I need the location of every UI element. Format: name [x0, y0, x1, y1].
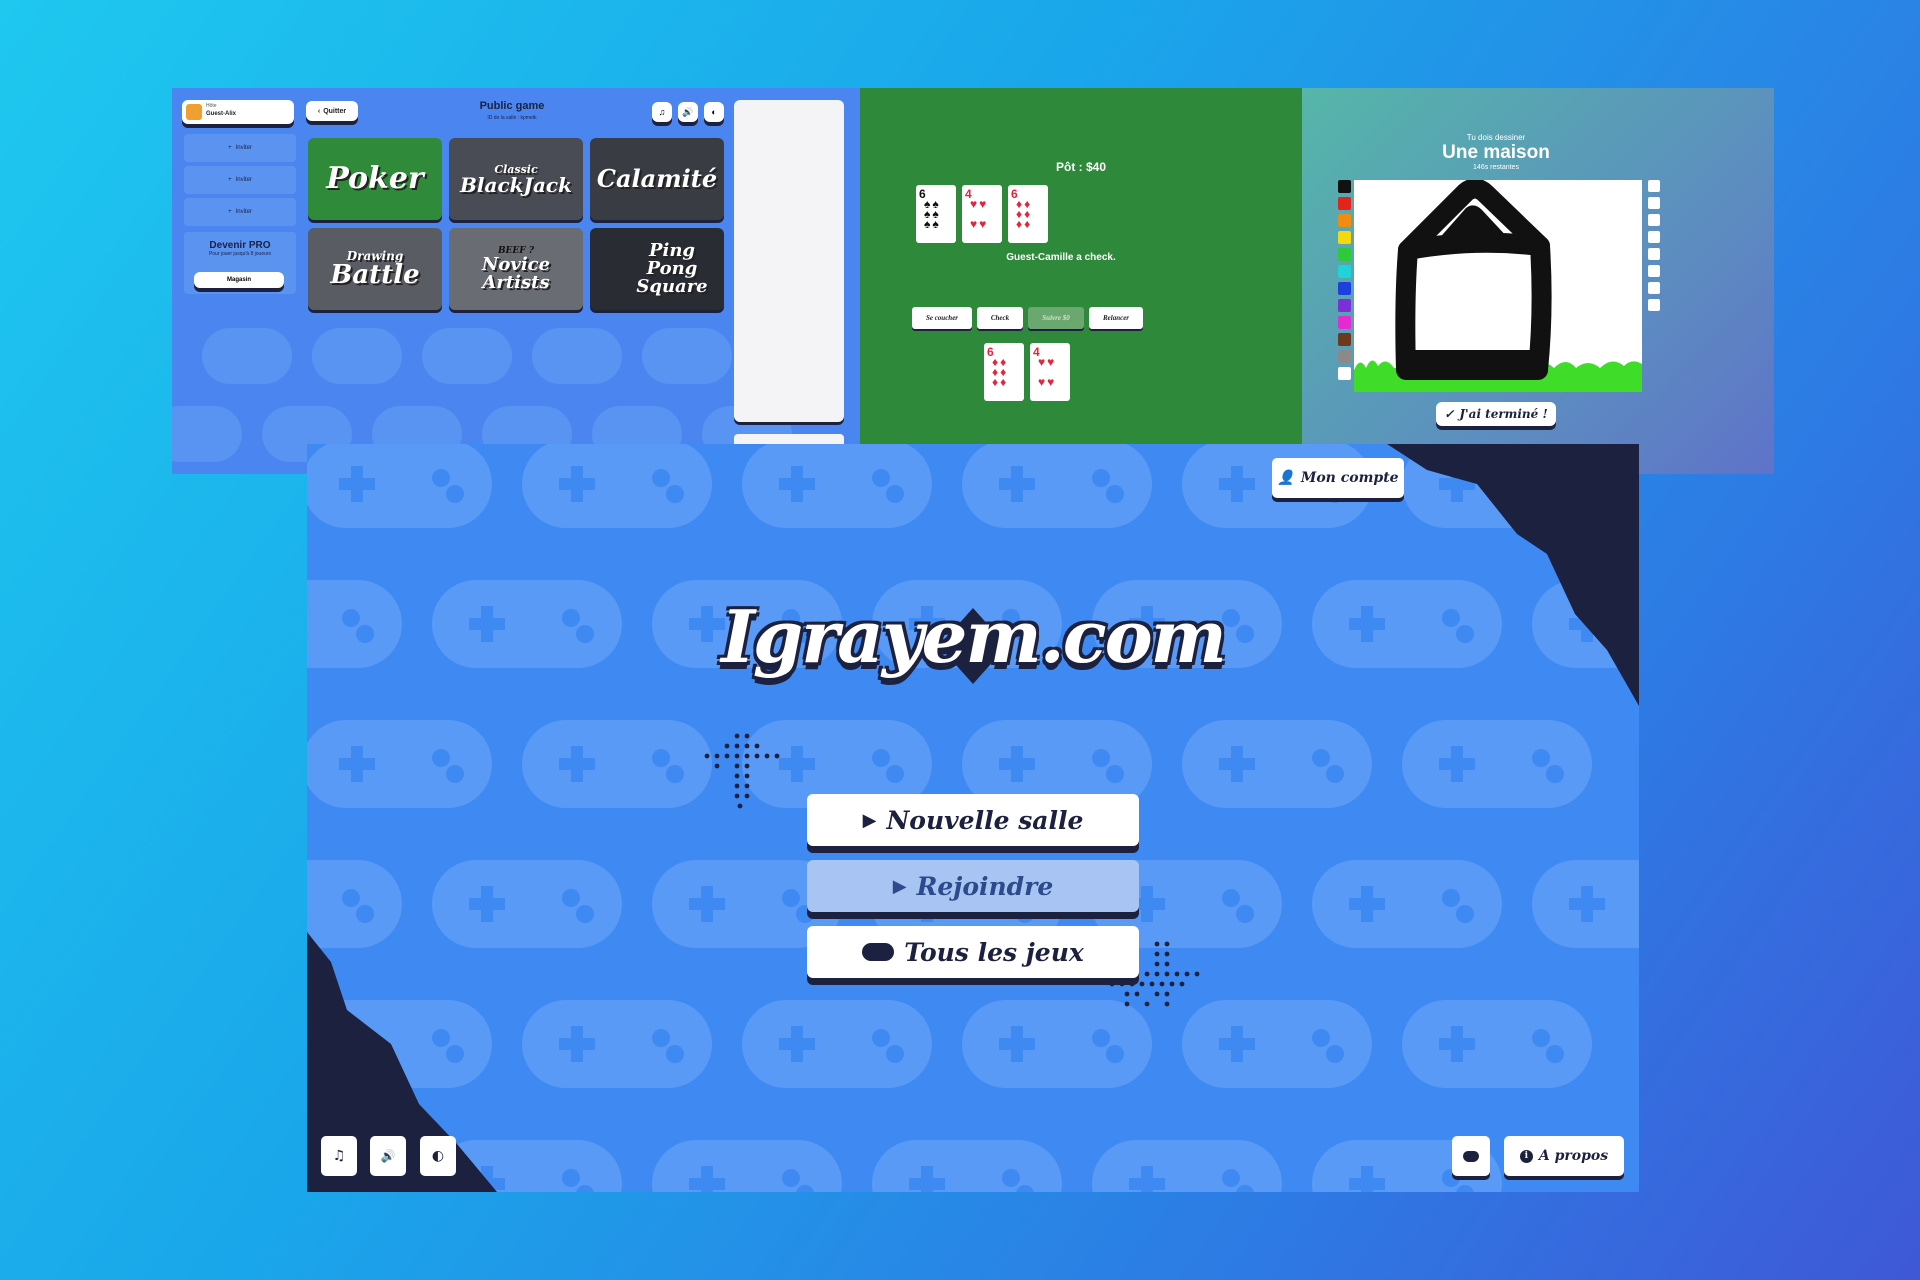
player-role: Hôte — [206, 103, 217, 109]
game-tile-novice-artists[interactable]: BEEF ? Novice Artists — [449, 228, 583, 310]
pro-title: Devenir PRO — [209, 240, 271, 251]
hand-card: 6 ♦♦ ♦♦ ♦♦ — [984, 343, 1024, 401]
game-tile-poker[interactable]: Poker — [308, 138, 442, 220]
check-icon: ✓ — [1444, 407, 1455, 421]
room-id: ID de la salle : kpmetk — [487, 115, 537, 121]
shop-button[interactable]: Magasin — [194, 272, 284, 288]
color-swatch[interactable] — [1338, 350, 1351, 363]
color-swatch[interactable] — [1338, 282, 1351, 295]
brush-size-8[interactable] — [1648, 299, 1660, 311]
color-swatch[interactable] — [1338, 180, 1351, 193]
poker-message: Guest-Camille a check. — [1006, 252, 1116, 263]
join-button[interactable]: ▶ Rejoindre — [807, 860, 1139, 912]
game-tile-calamite[interactable]: Calamité — [590, 138, 724, 220]
plus-icon: + — [228, 177, 232, 183]
globe-icon: ◐ — [711, 107, 717, 117]
brush-size-3[interactable] — [1648, 214, 1660, 226]
account-button[interactable]: 👤 Mon compte — [1272, 458, 1404, 498]
pro-box: Devenir PRO Pour jouer jusqu'à 8 joueurs… — [184, 232, 296, 294]
gamepad-icon — [862, 943, 895, 961]
brush-size-4[interactable] — [1648, 231, 1660, 243]
color-swatch[interactable] — [1338, 333, 1351, 346]
home-window: 👤 Mon compte Igrayem.com ▶ Nouvelle salle … — [307, 444, 1639, 1192]
pot-label: Pôt : $40 — [1055, 160, 1106, 174]
color-swatch[interactable] — [1338, 197, 1351, 210]
invite-slot[interactable]: + Inviter — [184, 198, 296, 226]
game-tile-ping-pong[interactable]: Ping Pong Square — [590, 228, 724, 310]
done-button[interactable]: ✓ J'ai terminé ! — [1436, 402, 1556, 426]
floor-stroke — [1398, 350, 1548, 378]
speaker-icon: 🔊 — [380, 1149, 396, 1163]
player-name: Guest-Alix — [206, 111, 237, 117]
brush-sizes — [1648, 180, 1662, 316]
sound-button[interactable]: 🔊 — [678, 102, 698, 122]
music-icon: ♫ — [332, 1148, 346, 1164]
info-icon: i — [1519, 1149, 1533, 1163]
discord-button[interactable] — [1452, 1136, 1490, 1176]
discord-icon — [1463, 1150, 1479, 1162]
raise-button[interactable]: Relancer — [1089, 307, 1143, 329]
draw-word: Une maison — [1442, 142, 1550, 163]
speaker-icon: 🔊 — [682, 107, 694, 117]
all-games-button[interactable]: Tous les jeux — [807, 926, 1139, 978]
plus-icon: + — [228, 209, 232, 215]
room-title: Public game — [479, 100, 545, 112]
game-tile-drawing-battle[interactable]: Drawing Battle — [308, 228, 442, 310]
draw-timer: 146s restantes — [1473, 164, 1519, 171]
player-card: Hôte Guest-Alix — [182, 100, 294, 124]
color-swatch[interactable] — [1338, 299, 1351, 312]
about-button[interactable]: iA propos — [1504, 1136, 1624, 1176]
check-button[interactable]: Check — [977, 307, 1023, 329]
new-room-button[interactable]: ▶ Nouvelle salle — [807, 794, 1139, 846]
brush-size-6[interactable] — [1648, 265, 1660, 277]
language-button[interactable]: ◐ — [420, 1136, 456, 1176]
chevron-left-icon: ‹ — [317, 107, 321, 115]
draw-prompt: Tu dois dessiner — [1466, 133, 1526, 142]
music-icon: ♫ — [658, 107, 666, 117]
chat-panel — [734, 100, 844, 422]
lobby-preview: Hôte Guest-Alix ‹ Quitter Public game ID … — [172, 88, 860, 474]
avatar — [186, 104, 202, 120]
play-icon: ▶ — [892, 875, 907, 897]
sound-button[interactable]: 🔊 — [370, 1136, 406, 1176]
music-button[interactable]: ♫ — [321, 1136, 357, 1176]
fold-button[interactable]: Se coucher — [912, 307, 972, 329]
preview-strip: Hôte Guest-Alix ‹ Quitter Public game ID … — [172, 88, 1774, 474]
brush-size-5[interactable] — [1648, 248, 1660, 260]
game-tile-blackjack[interactable]: Classic BlackJack — [449, 138, 583, 220]
color-palette — [1338, 180, 1354, 384]
drawing-preview: Tu dois dessiner Une maison 146s restant… — [1302, 88, 1774, 474]
invite-slot[interactable]: + Inviter — [184, 166, 296, 194]
drawing-canvas[interactable] — [1354, 180, 1642, 392]
play-icon: ▶ — [862, 809, 877, 831]
color-swatch[interactable] — [1338, 214, 1351, 227]
color-swatch[interactable] — [1338, 265, 1351, 278]
globe-icon: ◐ — [431, 1148, 445, 1164]
board-card: 4 ♥♥ ♥♥ — [962, 185, 1002, 243]
board-card: 6 ♠♠ ♠♠ ♠♠ — [916, 185, 956, 243]
poker-preview: Pôt : $40 6 ♠♠ ♠♠ ♠♠ 4 ♥♥ ♥♥ 6 ♦♦ ♦♦ ♦♦ Guest-Ca… — [860, 88, 1302, 474]
color-swatch[interactable] — [1338, 248, 1351, 261]
music-button[interactable]: ♫ — [652, 102, 672, 122]
quit-button[interactable]: ‹ Quitter — [306, 101, 358, 121]
color-swatch[interactable] — [1338, 316, 1351, 329]
color-swatch[interactable] — [1338, 231, 1351, 244]
language-button[interactable]: ◐ — [704, 102, 724, 122]
brush-size-7[interactable] — [1648, 282, 1660, 294]
invite-slot[interactable]: + Inviter — [184, 134, 296, 162]
pro-subtitle: Pour jouer jusqu'à 8 joueurs — [208, 251, 272, 257]
site-logo: Igrayem.com — [721, 594, 1227, 679]
hand-card: 4 ♥♥ ♥♥ — [1030, 343, 1070, 401]
brush-size-2[interactable] — [1648, 197, 1660, 209]
user-icon: 👤 — [1277, 470, 1295, 486]
plus-icon: + — [228, 145, 232, 151]
color-swatch[interactable] — [1338, 367, 1351, 380]
brush-size-1[interactable] — [1648, 180, 1660, 192]
call-button[interactable]: Suivre $0 — [1028, 307, 1084, 329]
board-card: 6 ♦♦ ♦♦ ♦♦ — [1008, 185, 1048, 243]
